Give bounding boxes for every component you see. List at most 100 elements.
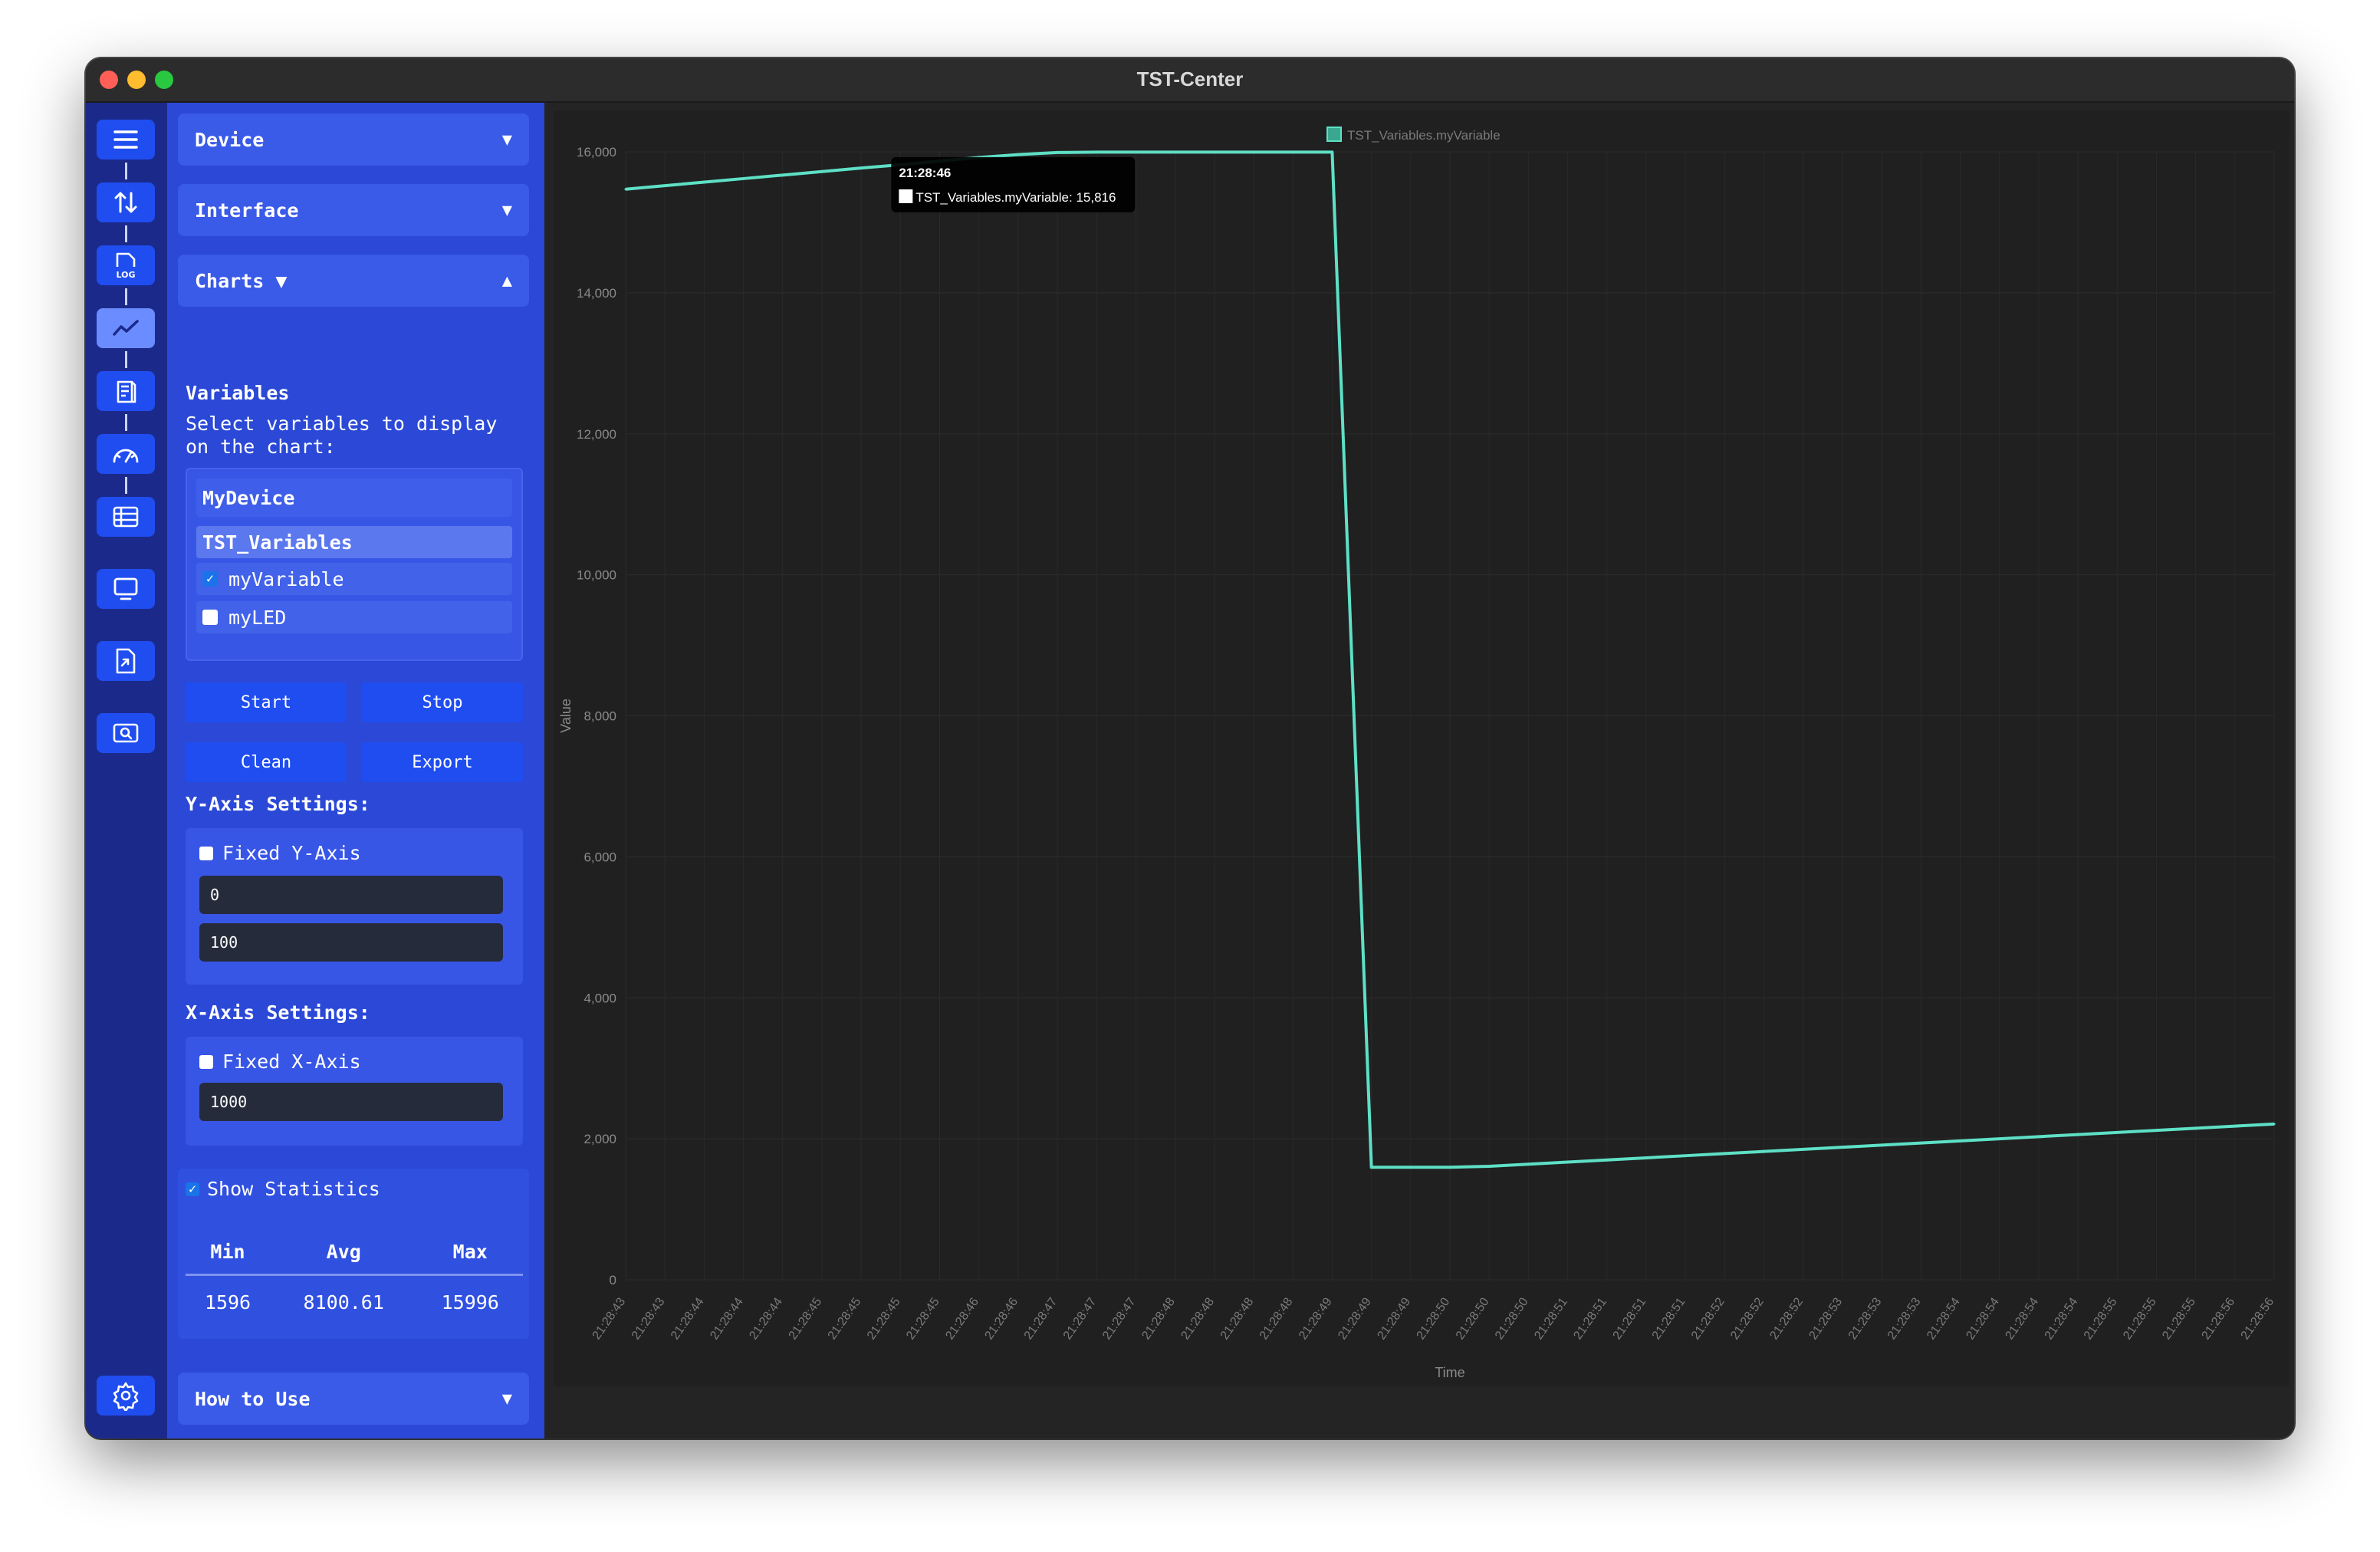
data-point [1488,1165,1491,1168]
fixed-y-axis-option[interactable]: Fixed Y-Axis [199,842,361,864]
data-point [820,170,823,173]
document-button[interactable] [97,371,155,411]
data-point [1919,1142,1922,1145]
data-point [1763,1150,1766,1153]
tree-device-node[interactable]: MyDevice [196,478,512,517]
line-chart[interactable]: 0 2,000 4,000 6,000 8,000 10,000 12,000 14,000 1… [554,110,2290,1386]
data-point [1841,1146,1844,1149]
title-bar: TST-Center [86,58,2294,103]
data-point [663,184,666,187]
data-point [1684,1154,1687,1157]
chart-icon [113,320,139,336]
statistics-panel: Show Statistics Min Avg Max 1596 8100.61… [178,1169,529,1339]
transfer-button[interactable] [97,182,155,222]
charts-accordion[interactable]: Charts ▼ ▲ [178,255,529,307]
table-icon [113,506,139,528]
data-point [2234,1125,2237,1128]
data-point [2037,1135,2040,1138]
data-point [1645,1156,1648,1159]
data-point [624,188,627,191]
variable-item-myled[interactable]: myLED [196,601,512,633]
y-axis-min-input[interactable] [199,876,503,914]
stat-value-min: 1596 [204,1291,251,1314]
file-export-button[interactable] [97,641,155,681]
y-axis-label: Value [558,699,574,733]
data-point [1802,1148,1805,1151]
data-point [1566,1160,1570,1163]
myvariable-checkbox[interactable] [202,571,218,587]
show-statistics-checkbox[interactable] [186,1182,199,1196]
myled-checkbox[interactable] [202,610,218,625]
variables-title: Variables [186,382,290,404]
stat-value-max: 15996 [441,1291,499,1314]
fixed-x-axis-label: Fixed X-Axis [222,1051,361,1073]
side-panel: Device ▼ Interface ▼ Charts ▼ ▲ Variable… [167,103,544,1439]
table-button[interactable] [97,497,155,537]
monitor-button[interactable] [97,569,155,609]
tooltip-swatch [899,189,913,203]
data-point [1958,1139,1961,1143]
data-point [2273,1123,2276,1126]
data-point [1095,150,1098,153]
y-tick-label: 16,000 [577,145,616,159]
interface-accordion[interactable]: Interface ▼ [178,184,529,236]
gauge-button[interactable] [97,434,155,474]
data-point [1056,151,1059,154]
gear-icon [113,1382,139,1411]
variable-label: myVariable [228,567,344,590]
stat-header-avg: Avg [270,1231,418,1276]
how-to-use-label: How to Use [195,1387,311,1410]
tooltip-time: 21:28:46 [899,166,951,180]
clean-button[interactable]: Clean [186,742,347,782]
monitor-icon [113,577,138,600]
x-axis-window-input[interactable] [199,1083,503,1121]
document-icon [117,380,136,403]
chevron-down-icon: ▼ [501,130,512,150]
x-axis-settings-box: Fixed X-Axis [186,1037,523,1146]
tree-device-label: MyDevice [202,486,295,509]
variables-hint: Select variables to display on the chart… [186,413,498,458]
show-statistics-option[interactable]: Show Statistics [186,1178,380,1200]
how-to-use-accordion[interactable]: How to Use ▼ [178,1373,529,1425]
data-point [1291,150,1294,153]
gauge-icon [113,449,139,463]
interface-accordion-label: Interface [195,199,299,222]
y-tick-label: 2,000 [583,1132,616,1146]
fixed-x-axis-option[interactable]: Fixed X-Axis [199,1051,361,1073]
y-axis-max-input[interactable] [199,923,503,962]
icon-rail: LOG [86,103,167,1439]
screenshot-icon [113,723,139,743]
device-accordion[interactable]: Device ▼ [178,113,529,166]
fixed-x-axis-checkbox[interactable] [199,1054,213,1069]
legend-swatch [1326,127,1342,142]
settings-button[interactable] [97,1376,155,1416]
fixed-y-axis-label: Fixed Y-Axis [222,842,361,864]
data-point [1252,150,1255,153]
x-axis-settings-title: X-Axis Settings: [186,1001,370,1024]
stop-button[interactable]: Stop [362,682,523,722]
legend-label: TST_Variables.myVariable [1347,128,1501,143]
start-button[interactable]: Start [186,682,347,722]
data-point [1880,1143,1883,1146]
data-point [2115,1131,2119,1134]
variable-label: myLED [228,606,287,629]
variable-tree: MyDevice TST_Variables myVariable myLED [186,468,523,661]
tree-group-node[interactable]: TST_Variables [196,526,512,558]
data-point [781,173,784,176]
statistics-table: Min Avg Max 1596 8100.61 15996 [186,1231,523,1329]
export-button[interactable]: Export [362,742,523,782]
log-button[interactable]: LOG [97,245,155,285]
data-point [860,166,863,169]
show-statistics-label: Show Statistics [207,1178,380,1200]
y-tick-label: 8,000 [583,709,616,724]
chart-button[interactable] [97,308,155,348]
chevron-up-icon: ▲ [501,271,512,291]
y-tick-label: 0 [610,1273,616,1287]
file-export-icon [116,648,136,674]
menu-button[interactable] [97,120,155,159]
data-point [2076,1133,2079,1136]
fixed-y-axis-checkbox[interactable] [199,846,213,860]
data-point [1409,1166,1412,1169]
screenshot-button[interactable] [97,713,155,753]
variable-item-myvariable[interactable]: myVariable [196,563,512,595]
